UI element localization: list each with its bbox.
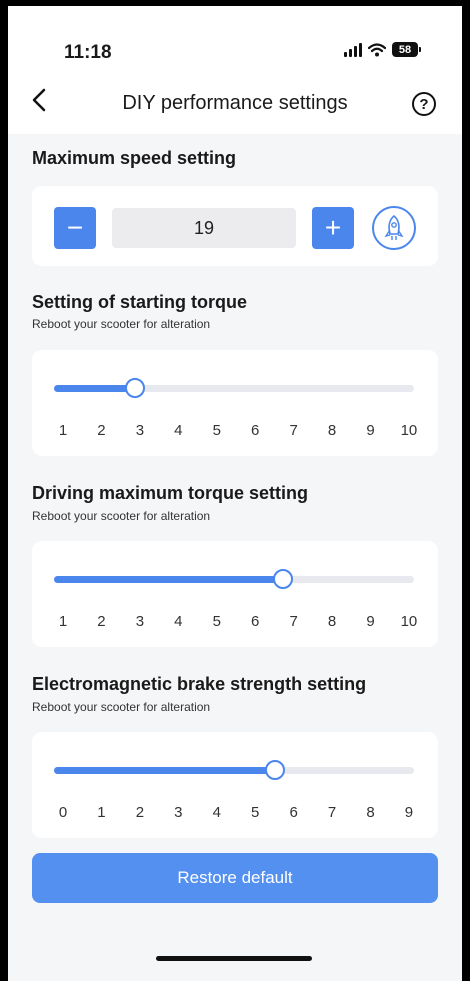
starting-torque-ticks: 1 2 3 4 5 6 7 8 9 10 [54,422,418,439]
system-icons: 58 [344,42,421,57]
brake-strength-card: 0 1 2 3 4 5 6 7 8 9 [32,732,438,838]
tick-label: 1 [97,804,106,821]
top-bar: 11:18 58 DIY performance settings ? [8,6,462,134]
rocket-icon [384,215,404,240]
tick-label: 1 [58,422,68,439]
driving-torque-card: 1 2 3 4 5 6 7 8 9 10 [32,541,438,647]
help-button[interactable]: ? [412,92,436,116]
starting-torque-card: 1 2 3 4 5 6 7 8 9 10 [32,350,438,456]
starting-torque-slider[interactable] [54,378,414,398]
starting-torque-thumb[interactable] [124,378,145,398]
tick-label: 3 [135,613,145,630]
speed-value[interactable]: 19 [112,208,296,248]
brake-strength-thumb[interactable] [265,760,285,780]
driving-torque-ticks: 1 2 3 4 5 6 7 8 9 10 [54,613,418,630]
tick-label: 8 [327,422,337,439]
max-speed-card: − 19 + [32,186,438,266]
tick-label: 9 [366,613,375,630]
brake-strength-title: Electromagnetic brake strength setting [32,674,367,694]
restore-default-button[interactable]: Restore default [32,853,438,903]
tick-label: 5 [212,613,221,630]
tick-label: 10 [400,613,418,630]
starting-torque-fill [54,385,134,392]
tick-label: 8 [327,613,337,630]
starting-torque-subtitle: Reboot your scooter for alteration [32,317,211,331]
tick-label: 6 [289,804,298,821]
speed-decrease-button[interactable]: − [54,207,96,249]
rocket-button[interactable] [372,206,416,250]
tick-label: 0 [58,804,68,821]
tick-label: 3 [135,422,145,439]
starting-torque-title: Setting of starting torque [32,292,247,312]
tick-label: 1 [58,613,68,630]
tick-label: 2 [135,804,145,821]
tick-label: 10 [400,422,418,439]
tick-label: 4 [174,422,183,439]
tick-label: 6 [251,613,260,630]
tick-label: 5 [212,422,221,439]
driving-torque-title: Driving maximum torque setting [32,483,309,503]
page-title: DIY performance settings [122,92,348,114]
home-indicator[interactable] [156,956,312,961]
minus-icon: − [66,212,84,243]
driving-torque-fill [54,576,282,583]
brake-strength-fill [54,767,274,774]
tick-label: 7 [289,613,298,630]
question-circle-icon: ? [419,95,429,113]
tick-label: 2 [97,422,106,439]
tick-label: 7 [327,804,337,821]
speed-increase-button[interactable]: + [312,207,354,249]
tick-label: 4 [174,613,183,630]
max-speed-title: Maximum speed setting [32,148,237,168]
brake-strength-subtitle: Reboot your scooter for alteration [32,700,211,714]
driving-torque-slider[interactable] [54,569,414,589]
tick-label: 2 [97,613,106,630]
tick-label: 4 [212,804,221,821]
tick-label: 5 [251,804,260,821]
brake-strength-slider[interactable] [54,760,414,780]
status-time: 11:18 [64,42,112,63]
wifi-icon [368,42,386,56]
status-bar: 11:18 58 [8,6,462,86]
nav-bar: DIY performance settings ? [8,84,462,128]
tick-label: 8 [366,804,375,821]
tick-label: 9 [404,804,414,821]
plus-icon: + [324,212,342,243]
driving-torque-subtitle: Reboot your scooter for alteration [32,509,211,523]
battery-level: 58 [398,43,412,56]
tick-label: 6 [251,422,260,439]
brake-strength-ticks: 0 1 2 3 4 5 6 7 8 9 [54,804,418,821]
tick-label: 3 [174,804,183,821]
tick-label: 7 [289,422,298,439]
signal-icon [344,42,362,57]
tick-label: 9 [366,422,375,439]
driving-torque-thumb[interactable] [273,569,293,589]
battery-icon: 58 [392,42,421,57]
phone-screen: 11:18 58 DIY performance settings ? Maxi… [8,6,462,981]
